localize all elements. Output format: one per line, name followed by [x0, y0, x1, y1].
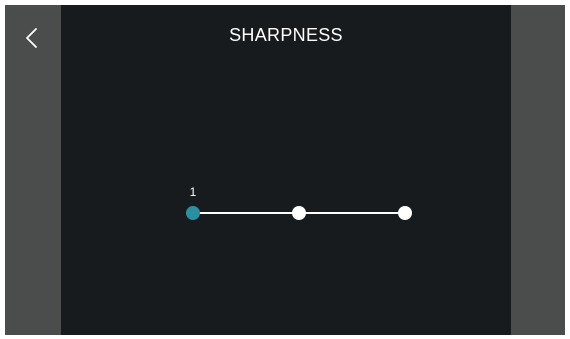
- right-side-panel: [511, 5, 565, 335]
- slider-step-3[interactable]: [398, 206, 412, 220]
- device-screen: SHARPNESS 1: [5, 5, 565, 335]
- chevron-left-icon: [26, 28, 37, 48]
- main-panel: SHARPNESS 1: [61, 5, 511, 335]
- selected-step-label: 1: [189, 185, 197, 199]
- back-button[interactable]: [21, 25, 45, 51]
- slider-step-2[interactable]: [292, 206, 306, 220]
- page-title: SHARPNESS: [229, 25, 343, 45]
- left-side-panel: [5, 5, 61, 335]
- sharpness-slider[interactable]: 1: [176, 185, 416, 225]
- slider-step-1[interactable]: [186, 206, 200, 220]
